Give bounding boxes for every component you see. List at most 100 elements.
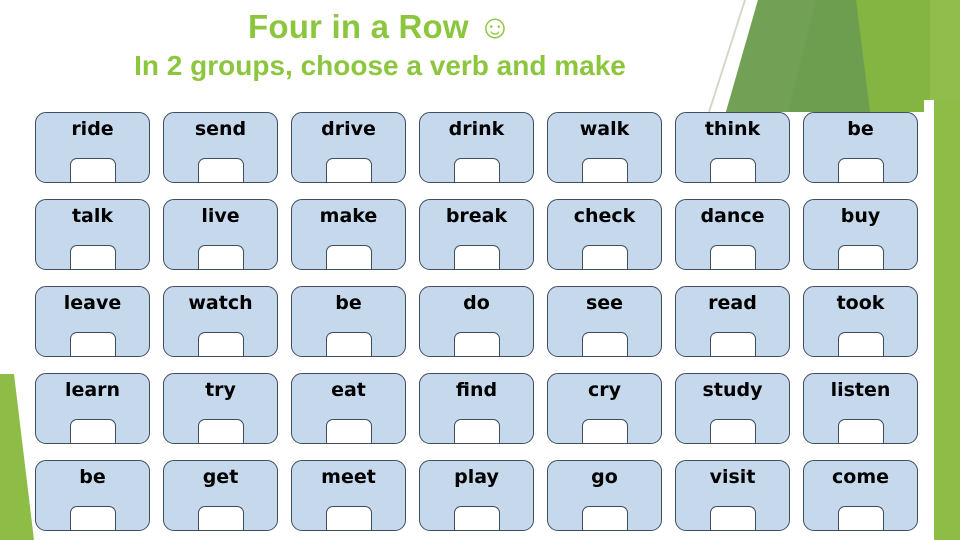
tile-marker-slot[interactable] (197, 158, 244, 182)
word-tile[interactable]: go (547, 460, 662, 531)
tile-marker-slot[interactable] (453, 419, 500, 443)
word-tile[interactable]: get (163, 460, 278, 531)
tile-marker-slot[interactable] (325, 419, 372, 443)
tile-marker-slot[interactable] (837, 245, 884, 269)
word-tile[interactable]: drive (291, 112, 406, 183)
word-tile[interactable]: watch (163, 286, 278, 357)
tile-marker-slot[interactable] (325, 506, 372, 530)
word-tile[interactable]: listen (803, 373, 918, 444)
tile-marker-slot[interactable] (197, 506, 244, 530)
word-tile-label: play (454, 466, 499, 488)
word-tile-label: go (591, 466, 618, 488)
word-tile[interactable]: live (163, 199, 278, 270)
word-tile[interactable]: see (547, 286, 662, 357)
word-tile-label: find (455, 379, 498, 401)
word-row: leave watch be do see read took (35, 286, 931, 357)
word-tile-label: cry (587, 379, 622, 401)
tile-marker-slot[interactable] (197, 245, 244, 269)
word-tile[interactable]: try (163, 373, 278, 444)
word-tile[interactable]: make (291, 199, 406, 270)
word-tile[interactable]: study (675, 373, 790, 444)
tile-marker-slot[interactable] (581, 506, 628, 530)
word-tile[interactable]: be (291, 286, 406, 357)
tile-marker-slot[interactable] (453, 506, 500, 530)
tile-marker-slot[interactable] (325, 245, 372, 269)
tile-marker-slot[interactable] (837, 419, 884, 443)
word-tile-label: see (585, 292, 624, 314)
tile-marker-slot[interactable] (69, 158, 116, 182)
word-tile-label: walk (579, 118, 630, 140)
word-tile-label: make (319, 205, 378, 227)
tile-marker-slot[interactable] (453, 332, 500, 356)
word-tile[interactable]: walk (547, 112, 662, 183)
word-tile-label: be (847, 118, 874, 140)
word-tile[interactable]: buy (803, 199, 918, 270)
word-tile[interactable]: dance (675, 199, 790, 270)
tile-marker-slot[interactable] (581, 332, 628, 356)
word-tile-label: come (832, 466, 889, 488)
word-tile-label: think (704, 118, 761, 140)
tile-marker-slot[interactable] (69, 245, 116, 269)
tile-marker-slot[interactable] (581, 245, 628, 269)
word-tile[interactable]: be (803, 112, 918, 183)
word-tile[interactable]: leave (35, 286, 150, 357)
slide-header: Four in a Row ☺ In 2 groups, choose a ve… (0, 0, 760, 82)
word-tile[interactable]: play (419, 460, 534, 531)
word-row: learn try eat find cry study listen (35, 373, 931, 444)
word-tile[interactable]: do (419, 286, 534, 357)
tile-marker-slot[interactable] (197, 332, 244, 356)
tile-marker-slot[interactable] (325, 158, 372, 182)
decorative-green-right-bar (934, 100, 960, 540)
word-tile[interactable]: drink (419, 112, 534, 183)
word-tile[interactable]: check (547, 199, 662, 270)
tile-marker-slot[interactable] (837, 506, 884, 530)
tile-marker-slot[interactable] (453, 245, 500, 269)
tile-marker-slot[interactable] (581, 419, 628, 443)
word-tile-label: took (836, 292, 885, 314)
word-tile-label: live (201, 205, 240, 227)
word-tile[interactable]: took (803, 286, 918, 357)
page-subtitle: In 2 groups, choose a verb and make (134, 49, 626, 81)
word-tile[interactable]: learn (35, 373, 150, 444)
word-tile-label: read (708, 292, 757, 314)
tile-marker-slot[interactable] (453, 158, 500, 182)
word-tile[interactable]: think (675, 112, 790, 183)
word-tile[interactable]: eat (291, 373, 406, 444)
tile-marker-slot[interactable] (69, 506, 116, 530)
tile-marker-slot[interactable] (709, 419, 756, 443)
word-tile[interactable]: meet (291, 460, 406, 531)
tile-marker-slot[interactable] (709, 332, 756, 356)
word-tile-label: send (194, 118, 247, 140)
word-tile-label: listen (830, 379, 891, 401)
word-tile-label: be (79, 466, 106, 488)
word-tile-label: dance (700, 205, 765, 227)
word-row: talk live make break check dance buy (35, 199, 931, 270)
tile-marker-slot[interactable] (837, 332, 884, 356)
decorative-green-band-lightest (930, 0, 960, 112)
tile-marker-slot[interactable] (709, 158, 756, 182)
word-tile-label: break (445, 205, 508, 227)
word-tile-label: drink (448, 118, 505, 140)
tile-marker-slot[interactable] (709, 245, 756, 269)
word-tile-label: check (573, 205, 636, 227)
tile-marker-slot[interactable] (837, 158, 884, 182)
tile-marker-slot[interactable] (69, 332, 116, 356)
tile-marker-slot[interactable] (325, 332, 372, 356)
word-tile[interactable]: ride (35, 112, 150, 183)
word-tile-label: get (202, 466, 239, 488)
tile-marker-slot[interactable] (197, 419, 244, 443)
word-tile[interactable]: come (803, 460, 918, 531)
word-tile[interactable]: break (419, 199, 534, 270)
word-tile[interactable]: find (419, 373, 534, 444)
decorative-green-left-wedge (0, 374, 34, 540)
page-title: Four in a Row ☺ (247, 8, 513, 45)
word-tile[interactable]: send (163, 112, 278, 183)
word-tile[interactable]: visit (675, 460, 790, 531)
tile-marker-slot[interactable] (581, 158, 628, 182)
word-tile[interactable]: cry (547, 373, 662, 444)
word-tile[interactable]: talk (35, 199, 150, 270)
tile-marker-slot[interactable] (69, 419, 116, 443)
word-tile[interactable]: be (35, 460, 150, 531)
tile-marker-slot[interactable] (709, 506, 756, 530)
word-tile[interactable]: read (675, 286, 790, 357)
